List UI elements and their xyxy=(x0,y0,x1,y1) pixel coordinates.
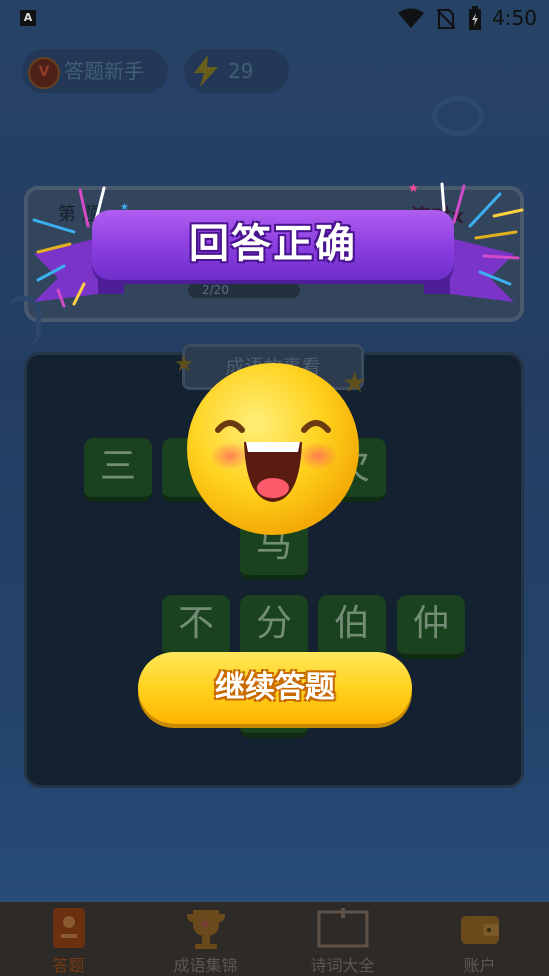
tab-label: 诗词大全 xyxy=(310,956,375,975)
continue-button[interactable]: 继续答题 xyxy=(138,652,412,724)
tab-bar: 答题 ★ 成语集锦 诗词大全 账户 xyxy=(0,902,549,976)
trophy-icon: ★ xyxy=(186,910,225,949)
success-title: 回答正确 xyxy=(189,221,357,267)
tab-label: 答题 xyxy=(52,956,85,975)
happy-face-icon xyxy=(187,363,359,535)
svg-text:★: ★ xyxy=(408,181,419,195)
quiz-book-icon xyxy=(52,908,85,948)
scroll-icon xyxy=(317,908,368,948)
tab-label: 成语集锦 xyxy=(173,956,238,975)
tab-poems[interactable]: 诗词大全 xyxy=(274,902,411,976)
tab-quiz[interactable]: 答题 xyxy=(0,902,137,976)
tab-idioms[interactable]: ★ 成语集锦 xyxy=(137,902,274,976)
tab-label: 账户 xyxy=(463,956,496,975)
tab-account[interactable]: 账户 xyxy=(411,902,548,976)
success-banner: ★ ★ 回答正确 xyxy=(24,180,524,310)
wallet-icon xyxy=(460,916,499,944)
svg-text:★: ★ xyxy=(199,916,212,932)
